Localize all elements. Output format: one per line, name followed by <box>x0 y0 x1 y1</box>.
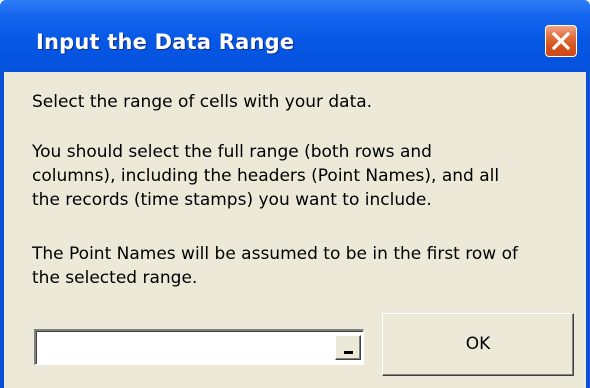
close-button[interactable] <box>545 25 577 57</box>
point-names-help-text: The Point Names will be assumed to be in… <box>32 244 518 288</box>
ok-button[interactable]: OK <box>382 313 574 376</box>
dialog-title: Input the Data Range <box>36 30 295 54</box>
instruction-text: Select the range of cells with your data… <box>32 92 373 112</box>
dialog-body: Select the range of cells with your data… <box>4 72 586 388</box>
collapse-dialog-button[interactable] <box>335 335 361 360</box>
collapse-dialog-icon <box>344 351 353 354</box>
dialog-window: Input the Data Range Select the range of… <box>0 0 590 388</box>
selection-help-text: You should select the full range (both r… <box>32 142 500 210</box>
close-icon <box>552 32 570 50</box>
title-bar[interactable]: Input the Data Range <box>0 0 590 72</box>
range-field <box>34 329 364 365</box>
range-input[interactable] <box>38 333 336 361</box>
